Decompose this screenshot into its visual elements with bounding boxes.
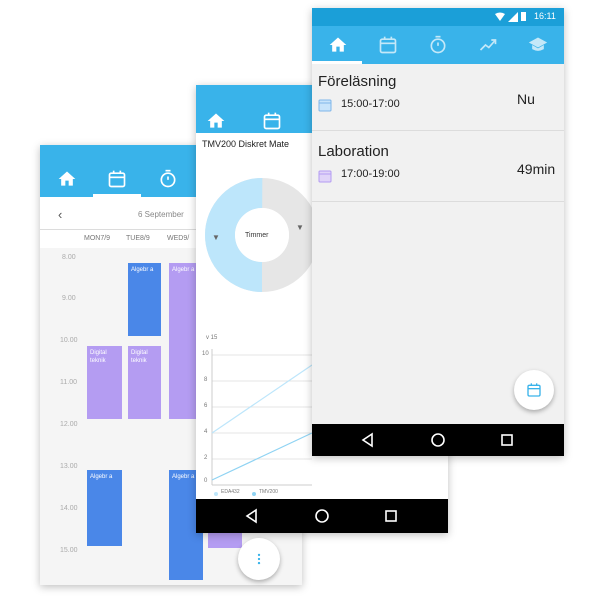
wifi-icon <box>495 12 505 21</box>
y-tick: 0 <box>204 478 208 484</box>
trending-icon[interactable] <box>478 35 498 55</box>
y-tick: 2 <box>204 455 208 461</box>
y-tick: 6 <box>204 403 208 409</box>
date-title: 6 September <box>138 210 184 219</box>
donut-center-label: Timmer <box>245 232 269 239</box>
item-time: 17:00-19:00 <box>341 168 400 180</box>
home-icon[interactable] <box>57 169 77 189</box>
y-tick: 4 <box>204 429 208 435</box>
item-title: Laboration <box>318 143 389 160</box>
more-fab[interactable] <box>238 538 280 580</box>
filter-icon[interactable]: ▼ <box>296 223 304 232</box>
day-header-mon[interactable]: MON7/9 <box>84 235 110 242</box>
calendar-icon[interactable] <box>378 35 398 55</box>
y-axis-label: v 15 <box>206 335 218 341</box>
schedule-item[interactable]: Laboration 17:00-19:00 49min <box>312 131 564 201</box>
event-algebra-mon[interactable]: Algebr a <box>87 470 122 546</box>
schedule-item[interactable]: Föreläsning 15:00-17:00 Nu <box>312 64 564 130</box>
time-label: 14.00 <box>60 505 78 512</box>
legend-label: TMV200 <box>259 489 278 495</box>
home-circle-icon[interactable] <box>429 431 447 449</box>
calendar-icon[interactable] <box>107 169 127 189</box>
schedule-phone: 16:11 Föreläsning 15:00-17:00 Nu Laborat… <box>312 8 564 456</box>
stats-navbar <box>196 499 448 533</box>
item-title: Föreläsning <box>318 73 397 90</box>
calendar-icon <box>527 383 541 397</box>
time-label: 8.00 <box>62 254 76 261</box>
more-vert-icon <box>257 553 261 565</box>
home-circle-icon[interactable] <box>313 507 331 525</box>
status-bar: 16:11 <box>312 8 564 26</box>
item-divider <box>312 201 564 202</box>
y-tick: 8 <box>204 377 208 383</box>
battery-icon <box>521 12 526 21</box>
recents-icon[interactable] <box>498 431 516 449</box>
date-prev-arrow[interactable]: ‹ <box>58 207 62 222</box>
legend-swatch-eda432 <box>214 492 218 496</box>
time-label: 9.00 <box>62 295 76 302</box>
calendar-icon <box>318 169 332 183</box>
recents-icon[interactable] <box>382 507 400 525</box>
time-label: 15.00 <box>60 547 78 554</box>
y-tick: 10 <box>202 351 209 357</box>
event-algebra-tue[interactable]: Algebr a <box>128 263 161 336</box>
calendar-fab[interactable] <box>514 370 554 410</box>
calendar-icon[interactable] <box>262 111 282 131</box>
timer-icon[interactable] <box>428 35 448 55</box>
legend-swatch-tmv200 <box>252 492 256 496</box>
line-chart <box>211 349 312 486</box>
schedule-appbar <box>312 26 564 64</box>
back-icon[interactable] <box>243 507 261 525</box>
schedule-navbar <box>312 424 564 456</box>
school-icon[interactable] <box>528 35 548 55</box>
time-label: 13.00 <box>60 463 78 470</box>
status-time: 16:11 <box>534 11 556 21</box>
event-digital-tue[interactable]: Digital teknik <box>128 346 161 419</box>
timer-icon[interactable] <box>158 169 178 189</box>
back-icon[interactable] <box>359 431 377 449</box>
home-icon[interactable] <box>206 111 226 131</box>
course-title: TMV200 Diskret Mate <box>202 139 290 149</box>
item-time: 15:00-17:00 <box>341 98 400 110</box>
event-digital-mon[interactable]: Digital teknik <box>87 346 122 419</box>
item-status: Nu <box>517 91 535 107</box>
legend-label: EDA432 <box>221 489 240 495</box>
item-status: 49min <box>517 161 556 177</box>
signal-icon <box>508 12 518 22</box>
home-icon[interactable] <box>328 35 348 55</box>
day-header-tue[interactable]: TUE8/9 <box>126 235 150 242</box>
time-label: 10.00 <box>60 337 78 344</box>
time-label: 12.00 <box>60 421 78 428</box>
filter-icon[interactable]: ▼ <box>212 233 220 242</box>
calendar-icon <box>318 98 332 112</box>
day-header-wed[interactable]: WED9/ <box>167 235 189 242</box>
time-label: 11.00 <box>60 379 77 386</box>
tab-indicator <box>93 194 141 197</box>
